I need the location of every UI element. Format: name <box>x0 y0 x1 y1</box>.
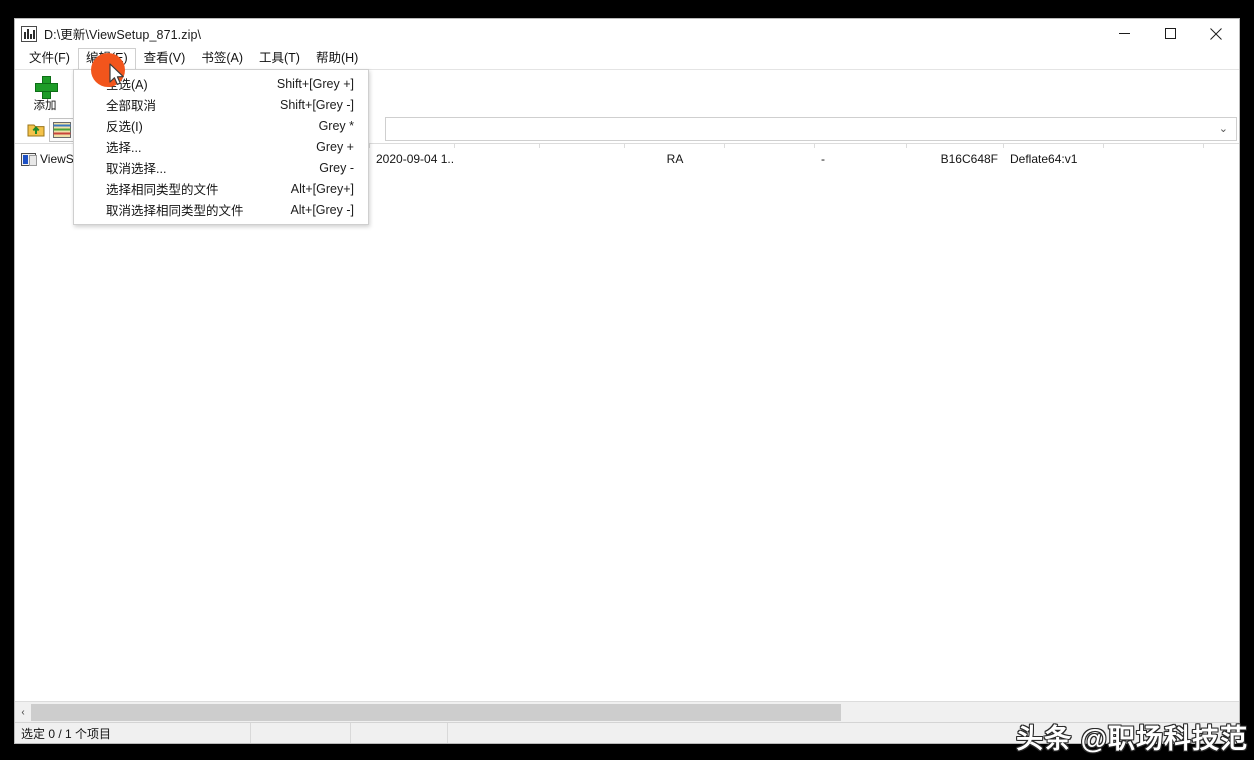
menu-item-label: 反选(I) <box>106 120 143 134</box>
sevenzip-icon <box>21 25 37 42</box>
menu-item-accel: Shift+[Grey +] <box>276 76 354 91</box>
window-controls <box>1101 19 1239 48</box>
file-exe-icon <box>21 152 37 166</box>
menu-item-accel: Alt+[Grey+] <box>290 181 354 196</box>
plus-icon <box>34 74 58 99</box>
cell-crc: B16C648F <box>907 152 1004 166</box>
window-title: D:\更新\ViewSetup_871.zip\ <box>44 28 202 42</box>
menu-tools[interactable]: 工具(T) <box>251 48 308 69</box>
chevron-down-icon[interactable]: ⌄ <box>1219 123 1228 135</box>
menu-item-accel: Shift+[Grey -] <box>280 97 354 112</box>
archive-icon[interactable] <box>49 117 75 142</box>
menu-item-select-same-type[interactable]: 选择相同类型的文件 Alt+[Grey+] <box>74 178 368 199</box>
menu-item-select[interactable]: 选择... Grey + <box>74 136 368 157</box>
cell-text: Deflate64:v1 <box>1010 152 1078 166</box>
menu-item-deselect-all[interactable]: 全部取消 Shift+[Grey -] <box>74 94 368 115</box>
close-button[interactable] <box>1193 19 1239 48</box>
menu-item-deselect[interactable]: 取消选择... Grey - <box>74 157 368 178</box>
cell-modified: 2020-09-04 1... <box>370 152 455 166</box>
menu-item-accel: Grey - <box>319 160 354 175</box>
menu-view[interactable]: 查看(V) <box>136 48 194 69</box>
edit-menu-dropdown[interactable]: 全选(A) Shift+[Grey +] 全部取消 Shift+[Grey -]… <box>73 69 369 225</box>
menu-item-label: 选择... <box>106 141 142 155</box>
file-list[interactable]: ViewSetup_871.exe2020-09-04 1...RA-B16C6… <box>15 148 1239 701</box>
menu-item-label: 全选(A) <box>106 78 148 92</box>
address-bar[interactable]: ⌄ <box>385 117 1237 141</box>
cell-text: RA <box>666 152 684 166</box>
status-extra <box>448 723 708 743</box>
menu-bookmarks[interactable]: 书签(A) <box>193 48 251 69</box>
up-folder-icon[interactable] <box>23 118 49 142</box>
menu-item-label: 选择相同类型的文件 <box>106 183 219 197</box>
menu-item-accel: Alt+[Grey -] <box>290 202 354 217</box>
menu-item-invert-selection[interactable]: 反选(I) Grey * <box>74 115 368 136</box>
menu-file[interactable]: 文件(F) <box>21 48 78 69</box>
menu-item-accel: Grey * <box>318 118 354 133</box>
menu-item-label: 全部取消 <box>106 99 157 113</box>
scrollbar-thumb[interactable] <box>31 703 841 721</box>
menu-item-accel: Grey + <box>316 139 354 154</box>
mouse-cursor-icon <box>109 63 126 92</box>
title-bar: D:\更新\ViewSetup_871.zip\ <box>15 19 1239 48</box>
menu-bar: 文件(F) 编辑(E) 查看(V) 书签(A) 工具(T) 帮助(H) <box>15 47 1239 70</box>
menu-item-label: 取消选择相同类型的文件 <box>106 204 244 218</box>
cell-attributes: RA <box>625 152 725 166</box>
toolbar-add-label: 添加 <box>33 100 57 112</box>
status-packed-size <box>351 723 447 743</box>
menu-item-label: 取消选择... <box>106 162 167 176</box>
cell-method: Deflate64:v1 <box>1004 152 1104 166</box>
cell-text: - <box>821 152 825 166</box>
toolbar-add[interactable]: 添加 <box>23 70 67 116</box>
cell-text: B16C648F <box>940 152 998 166</box>
cell-comment: - <box>815 152 907 166</box>
menu-item-deselect-same-type[interactable]: 取消选择相同类型的文件 Alt+[Grey -] <box>74 199 368 220</box>
watermark: 头条 @职场科技范 <box>1016 724 1248 754</box>
maximize-button[interactable] <box>1147 19 1193 48</box>
menu-help[interactable]: 帮助(H) <box>308 48 366 69</box>
minimize-button[interactable] <box>1101 19 1147 48</box>
seven-zip-window: D:\更新\ViewSetup_871.zip\ 文件(F) 编辑(E) 查看(… <box>14 18 1240 744</box>
cell-text: 2020-09-04 1... <box>376 152 455 166</box>
scroll-left-icon[interactable]: ‹ <box>15 702 31 722</box>
status-size <box>251 723 350 743</box>
status-selection: 选定 0 / 1 个项目 <box>21 726 112 741</box>
